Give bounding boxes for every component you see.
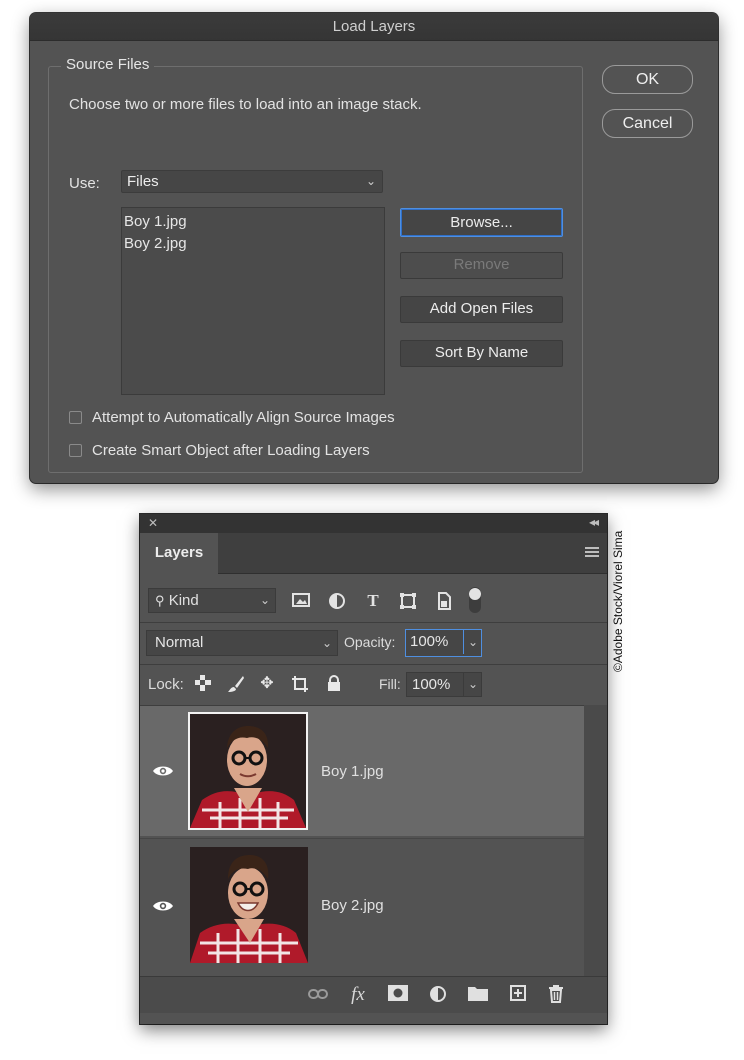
layer-row[interactable]: Boy 2.jpg — [140, 838, 584, 969]
opacity-field[interactable]: 100% ⌄ — [405, 629, 482, 657]
fill-field[interactable]: 100% ⌄ — [406, 672, 482, 697]
align-option[interactable]: Attempt to Automatically Align Source Im… — [69, 409, 395, 426]
filter-kind-dropdown[interactable]: ⚲ Kind ⌄ — [148, 588, 276, 613]
layer-mask-icon[interactable] — [388, 985, 408, 1005]
brush-icon[interactable] — [227, 675, 245, 693]
opacity-label: Opacity: — [344, 634, 396, 650]
source-files-label: Source Files — [61, 56, 155, 73]
trash-icon[interactable] — [546, 985, 566, 1005]
move-icon[interactable]: ✥ — [258, 675, 276, 693]
smart-object-filter-icon[interactable] — [435, 592, 453, 610]
panel-header-bar: ✕ ◂◂ — [140, 514, 607, 533]
panel-tab-row: Layers — [140, 533, 607, 574]
smart-object-option[interactable]: Create Smart Object after Loading Layers — [69, 442, 370, 459]
file-list[interactable]: Boy 1.jpg Boy 2.jpg — [121, 207, 385, 395]
collapse-icon[interactable]: ◂◂ — [589, 515, 599, 529]
adjustment-layer-icon[interactable] — [428, 985, 448, 1005]
dialog-title: Load Layers — [30, 13, 718, 41]
align-label: Attempt to Automatically Align Source Im… — [92, 409, 395, 426]
panel-menu-icon[interactable] — [585, 547, 599, 558]
fill-value: 100% — [412, 676, 451, 693]
ok-button[interactable]: OK — [602, 65, 693, 94]
layers-scrollbar[interactable] — [584, 705, 607, 976]
source-files-group: Source Files Choose two or more files to… — [48, 56, 583, 473]
chevron-down-icon[interactable]: ⌄ — [462, 630, 478, 654]
fx-icon[interactable]: fx — [348, 985, 368, 1005]
adjustment-filter-icon[interactable] — [328, 592, 346, 610]
fill-label: Fill: — [379, 676, 401, 692]
use-dropdown[interactable]: Files ⌄ — [121, 170, 383, 193]
image-filter-icon[interactable] — [292, 592, 310, 610]
cancel-button[interactable]: Cancel — [602, 109, 693, 138]
new-layer-icon[interactable] — [508, 985, 528, 1005]
chevron-down-icon[interactable]: ⌄ — [462, 673, 478, 696]
load-layers-dialog: Load Layers Source Files Choose two or m… — [30, 13, 718, 483]
list-item[interactable]: Boy 1.jpg — [124, 211, 384, 233]
lock-label: Lock: — [148, 676, 184, 693]
eye-icon[interactable] — [152, 764, 174, 778]
align-checkbox[interactable] — [69, 411, 82, 424]
chevron-down-icon: ⌄ — [321, 636, 332, 650]
filter-toggle-icon[interactable] — [468, 586, 482, 614]
layers-panel: ✕ ◂◂ Layers ⚲ Kind ⌄ T Normal ⌄ Opacity:… — [140, 514, 607, 1024]
opacity-value: 100% — [410, 633, 449, 650]
artboard-icon[interactable] — [291, 675, 309, 693]
smart-object-checkbox[interactable] — [69, 444, 82, 457]
remove-button[interactable]: Remove — [400, 252, 563, 279]
list-item[interactable]: Boy 2.jpg — [124, 233, 384, 255]
lock-icon[interactable] — [325, 675, 343, 693]
image-credit: ©Adobe Stock/Viorel Sima — [611, 530, 625, 672]
filter-kind-value: Kind — [168, 592, 199, 609]
layer-name[interactable]: Boy 1.jpg — [321, 763, 384, 780]
divider — [140, 622, 607, 623]
shape-filter-icon[interactable] — [399, 592, 417, 610]
search-icon: ⚲ — [155, 593, 165, 608]
lock-transparent-pixels-icon[interactable] — [194, 675, 212, 693]
sort-by-name-button[interactable]: Sort By Name — [400, 340, 563, 367]
layer-thumbnail[interactable] — [190, 847, 308, 963]
folder-icon[interactable] — [468, 985, 488, 1005]
layer-thumbnail[interactable] — [188, 712, 308, 830]
add-open-files-button[interactable]: Add Open Files — [400, 296, 563, 323]
smart-object-label: Create Smart Object after Loading Layers — [92, 442, 370, 459]
instruction-text: Choose two or more files to load into an… — [69, 96, 422, 113]
close-icon[interactable]: ✕ — [148, 516, 158, 530]
tab-layers[interactable]: Layers — [140, 533, 218, 574]
chevron-down-icon: ⌄ — [365, 174, 376, 188]
type-filter-icon[interactable]: T — [364, 592, 382, 610]
use-label: Use: — [69, 175, 100, 192]
use-dropdown-value: Files — [127, 173, 159, 190]
browse-button[interactable]: Browse... — [400, 208, 563, 237]
chevron-down-icon: ⌄ — [259, 593, 270, 607]
blend-mode-value: Normal — [155, 634, 204, 651]
blend-mode-dropdown[interactable]: Normal ⌄ — [146, 630, 338, 656]
layer-row[interactable]: Boy 1.jpg — [140, 706, 584, 836]
link-layers-icon[interactable] — [308, 985, 328, 1005]
layers-bottom-toolbar: fx — [140, 976, 607, 1013]
divider — [140, 664, 607, 665]
eye-icon[interactable] — [152, 899, 174, 913]
layer-name[interactable]: Boy 2.jpg — [321, 897, 384, 914]
